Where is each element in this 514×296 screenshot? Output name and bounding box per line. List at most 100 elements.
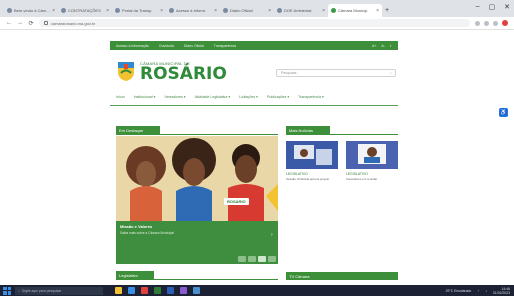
volume-icon[interactable]: ♪: [485, 289, 487, 293]
carousel-dot[interactable]: [248, 256, 256, 262]
hero-logo-tag: ROSÁRIO: [224, 198, 249, 205]
highlights-heading: Em Destaque: [116, 126, 160, 134]
clock[interactable]: 14:46 01/02/2023: [493, 287, 510, 295]
top-link[interactable]: Diário Oficial: [184, 44, 204, 48]
excel-icon[interactable]: [154, 287, 161, 294]
close-icon[interactable]: ✕: [504, 3, 510, 11]
header-divider: [110, 105, 398, 106]
chamber-heading: TV Câmara: [286, 272, 398, 280]
network-icon[interactable]: ◔: [477, 289, 479, 293]
maximize-icon[interactable]: ▢: [489, 3, 496, 11]
accessibility-icon[interactable]: ♿: [499, 108, 508, 117]
star-icon[interactable]: [484, 20, 489, 26]
word-icon[interactable]: [167, 287, 174, 294]
menu-item[interactable]: Publicações ▾: [267, 95, 289, 99]
tab-label: Câmara Municip.: [338, 8, 369, 13]
legislative-rule: [116, 279, 278, 280]
top-link[interactable]: Acesso à Informação: [116, 44, 149, 48]
news-card[interactable]: LEGISLATIVO Sessão Ordinária aprova proj…: [286, 141, 338, 181]
news-card[interactable]: LEGISLATIVO Vereadores em reunião: [346, 141, 398, 181]
news-title: LEGISLATIVO: [286, 172, 308, 176]
url-field[interactable]: camararosario.ma.gov.br: [39, 19, 470, 27]
tab-favicon-icon: [115, 8, 120, 13]
carousel-dot[interactable]: [238, 256, 246, 262]
hero-title: câmara municipal: [4, 154, 86, 182]
tab-close-icon[interactable]: ×: [52, 8, 55, 14]
font-size-tool[interactable]: ◐: [390, 44, 392, 48]
menu-item[interactable]: Institucional ▾: [134, 95, 156, 99]
edge-icon[interactable]: [128, 287, 135, 294]
weather-status[interactable]: 29°C Ensolarado: [446, 289, 472, 293]
clock-date: 01/02/2023: [493, 290, 510, 295]
browser-tab[interactable]: Diário Oficial ×: [220, 4, 274, 17]
accessibility-tools: A+ A- ◐: [372, 44, 392, 48]
logo-city: ROSÁRIO: [140, 63, 227, 84]
hero-caption: Missão e Valores: [120, 224, 153, 229]
carousel-dot[interactable]: [258, 256, 266, 262]
address-bar: ← → ⟳ camararosario.ma.gov.br: [0, 17, 514, 30]
hero-banner[interactable]: ROSÁRIO Missão e Valores Saiba mais sobr…: [116, 136, 278, 264]
tab-favicon-icon: [7, 8, 12, 13]
tab-close-icon[interactable]: ×: [376, 8, 379, 14]
menu-item[interactable]: Transparência ▾: [298, 95, 324, 99]
windows-start-icon[interactable]: [3, 286, 11, 295]
browser-tab[interactable]: Bem-vindo à Câmara ×: [4, 4, 58, 17]
news-image: [346, 141, 398, 169]
tab-label: CONTRATAÇÕES: [68, 8, 101, 13]
site-logo[interactable]: CÂMARA MUNICIPAL DE ROSÁRIO: [116, 60, 227, 82]
top-link[interactable]: Ouvidoria: [159, 44, 174, 48]
news-title: LEGISLATIVO: [346, 172, 368, 176]
tab-close-icon[interactable]: ×: [214, 8, 217, 14]
news-image: [286, 141, 338, 169]
tab-close-icon[interactable]: ×: [268, 8, 271, 14]
browser-tab[interactable]: Portal da Transp. ×: [112, 4, 166, 17]
browser-tab[interactable]: DOE Ambiental ×: [274, 4, 328, 17]
reload-icon[interactable]: ⟳: [28, 20, 34, 27]
share-icon[interactable]: [475, 20, 480, 26]
taskbar: ⌕ Digite aqui para pesquisar 29°C Ensola…: [0, 285, 514, 296]
teams-icon[interactable]: [180, 287, 187, 294]
tab-close-icon[interactable]: ×: [322, 8, 325, 14]
tab-favicon-icon: [223, 8, 228, 13]
tab-close-icon[interactable]: ×: [106, 8, 109, 14]
font-size-tool[interactable]: A-: [381, 44, 385, 48]
profile-avatar[interactable]: [502, 20, 508, 26]
chrome-icon[interactable]: [141, 287, 148, 294]
tab-close-icon[interactable]: ×: [160, 8, 163, 14]
site-search-input[interactable]: Pesquisar... ⌕: [276, 69, 396, 77]
tab-label: Diário Oficial: [230, 8, 253, 13]
taskbar-search-placeholder: Digite aqui para pesquisar: [21, 288, 62, 293]
search-icon: ⌕: [18, 288, 20, 293]
browser-tab[interactable]: Acesso à Inform. ×: [166, 4, 220, 17]
taskbar-search[interactable]: ⌕ Digite aqui para pesquisar: [15, 286, 103, 295]
menu-item[interactable]: Atividade Legislativa ▾: [195, 95, 231, 99]
url-text: camararosario.ma.gov.br: [51, 20, 96, 26]
font-size-tool[interactable]: A+: [372, 44, 376, 48]
carousel-dot[interactable]: [268, 256, 276, 262]
site-top-strip: Acesso à Informação Ouvidoria Diário Ofici…: [110, 41, 398, 50]
file-explorer-icon[interactable]: [115, 287, 122, 294]
legislative-heading: Legislativo: [116, 271, 154, 279]
mail-icon[interactable]: [193, 287, 200, 294]
extensions-icon[interactable]: [493, 20, 498, 26]
main-menu: Início Institucional ▾ Vereadores ▾ Ativida…: [116, 95, 324, 99]
carousel-indicators: [238, 256, 276, 262]
lock-icon: [44, 21, 48, 25]
menu-item[interactable]: Início: [116, 95, 125, 99]
hero-next-icon[interactable]: ›: [271, 232, 273, 238]
tab-label: DOE Ambiental: [284, 8, 312, 13]
top-link[interactable]: Transparência: [214, 44, 236, 48]
menu-item[interactable]: Vereadores ▾: [164, 95, 185, 99]
tab-label: Bem-vindo à Câmara: [14, 8, 51, 13]
menu-item[interactable]: Licitações ▾: [239, 95, 258, 99]
browser-tab[interactable]: CONTRATAÇÕES ×: [58, 4, 112, 17]
minimize-icon[interactable]: –: [476, 3, 480, 11]
browser-tab[interactable]: Câmara Municip. ×: [328, 4, 382, 17]
new-tab-button[interactable]: +: [382, 4, 392, 17]
forward-icon[interactable]: →: [17, 20, 23, 26]
search-icon[interactable]: ⌕: [390, 71, 392, 75]
back-icon[interactable]: ←: [6, 20, 12, 26]
news-heading: Mais Notícias: [286, 126, 330, 134]
city-emblem-icon: [116, 60, 136, 82]
system-tray: 29°C Ensolarado ◔ ♪ 14:46 01/02/2023: [446, 285, 510, 296]
